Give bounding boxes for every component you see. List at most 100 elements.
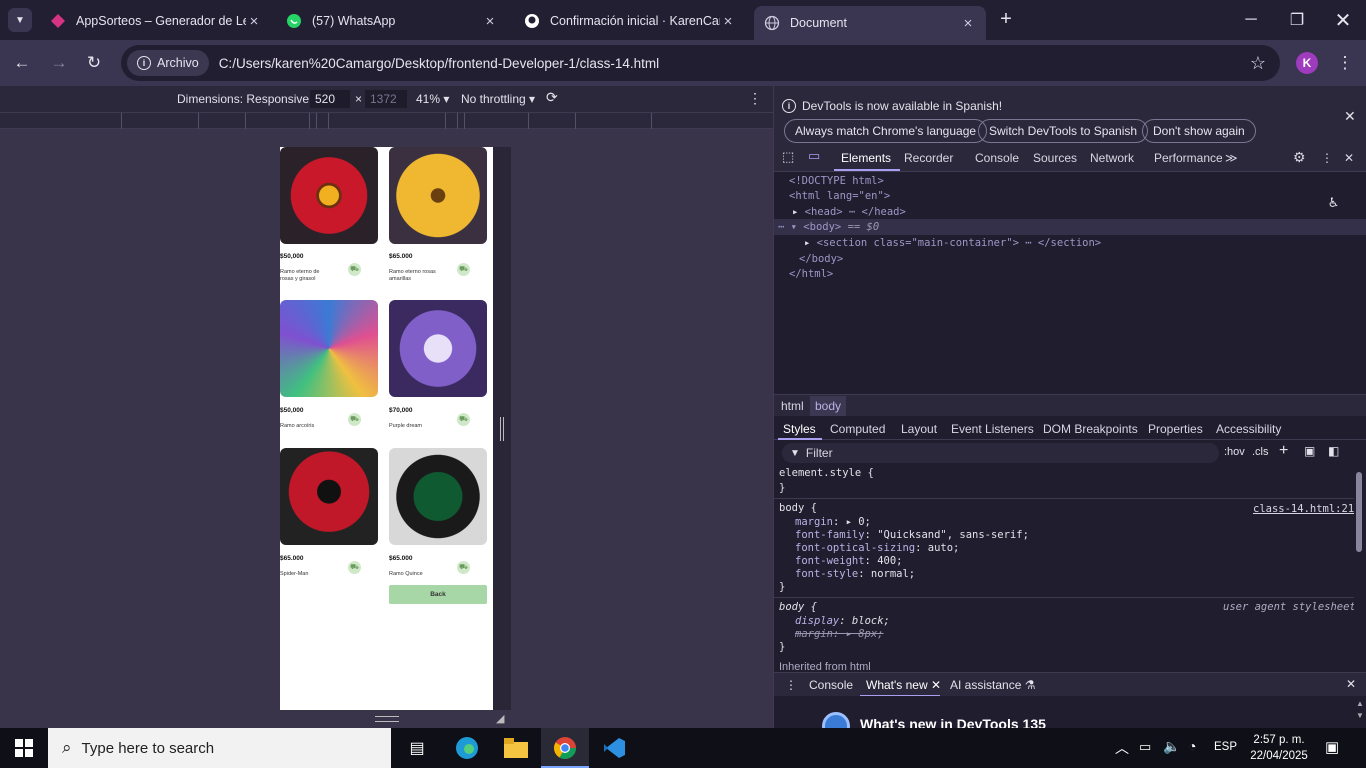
close-window-icon[interactable]: ✕	[1328, 8, 1358, 32]
css-prop-font-weight[interactable]: font-weight: 400;	[795, 555, 903, 567]
viewport-height-input[interactable]: 1372	[365, 90, 407, 108]
add-to-cart-icon[interactable]: ⛟	[457, 413, 470, 426]
close-icon[interactable]: ✕	[931, 678, 941, 692]
sidebar-toggle-icon[interactable]: ◧	[1328, 444, 1339, 458]
add-to-cart-icon[interactable]: ⛟	[457, 561, 470, 574]
close-icon[interactable]: ×	[960, 15, 976, 32]
close-devtools-icon[interactable]: ✕	[1344, 151, 1354, 165]
product-image[interactable]	[280, 147, 378, 244]
volume-icon[interactable]: 🔈	[1163, 738, 1180, 755]
close-icon[interactable]: ×	[720, 13, 736, 30]
product-image[interactable]	[389, 300, 487, 397]
taskbar-clock[interactable]: 2:57 p. m. 22/04/2025	[1244, 732, 1314, 764]
resize-handle-right[interactable]	[493, 147, 511, 710]
css-prop-margin-overridden[interactable]: margin: ▸ 8px;	[795, 628, 884, 640]
css-prop-font-optical-sizing[interactable]: font-optical-sizing: auto;	[795, 542, 959, 554]
add-to-cart-icon[interactable]: ⛟	[457, 263, 470, 276]
styles-pane[interactable]: element.style { } body { class-14.html:2…	[774, 465, 1354, 670]
profile-avatar[interactable]: K	[1296, 52, 1318, 74]
expand-arrow-icon[interactable]: ▸	[804, 237, 817, 249]
viewport-width-input[interactable]: 520	[310, 90, 350, 108]
input-language[interactable]: ESP	[1214, 741, 1237, 753]
tab-styles[interactable]: Styles	[783, 422, 816, 436]
match-language-button[interactable]: Always match Chrome's language	[784, 119, 988, 143]
body-rule-selector[interactable]: body {	[779, 502, 817, 514]
css-prop-font-style[interactable]: font-style: normal;	[795, 568, 915, 580]
ua-rule-selector[interactable]: body {	[779, 601, 817, 613]
dont-show-again-button[interactable]: Don't show again	[1142, 119, 1256, 143]
tab-dom-breakpoints[interactable]: DOM Breakpoints	[1043, 422, 1138, 436]
css-prop-display[interactable]: display: block;	[795, 615, 890, 627]
tab-accessibility[interactable]: Accessibility	[1216, 422, 1281, 436]
back-arrow-icon[interactable]: ←	[11, 52, 33, 74]
breadcrumb-html[interactable]: html	[781, 399, 804, 413]
close-icon[interactable]: ×	[482, 13, 498, 30]
wifi-icon[interactable]: ◔	[1188, 738, 1196, 754]
file-explorer-icon[interactable]	[502, 734, 530, 762]
drawer-tab-ai-assistance[interactable]: AI assistance ⚗	[950, 678, 1035, 692]
tab-github[interactable]: Confirmación inicial · KarenCamargo ×	[514, 6, 746, 36]
dom-head[interactable]: ▸ <head> ⋯ </head>	[792, 206, 906, 218]
cls-toggle[interactable]: .cls	[1252, 446, 1269, 458]
tab-whatsapp[interactable]: (57) WhatsApp ×	[276, 6, 508, 36]
product-image[interactable]	[280, 300, 378, 397]
media-query-ruler[interactable]	[0, 112, 773, 129]
drawer-tab-console[interactable]: Console	[809, 678, 853, 692]
task-view-icon[interactable]: ▤	[403, 734, 431, 762]
bookmark-star-icon[interactable]: ☆	[1247, 52, 1269, 74]
dimensions-select[interactable]: Dimensions: Responsive ▾	[177, 92, 318, 106]
tab-elements[interactable]: Elements	[841, 151, 891, 165]
rule-source-link[interactable]: class-14.html:21	[1253, 503, 1354, 515]
tab-performance[interactable]: Performance	[1154, 151, 1223, 165]
switch-spanish-button[interactable]: Switch DevTools to Spanish	[978, 119, 1149, 143]
taskbar-search[interactable]: ⌕ Type here to search	[48, 728, 391, 768]
restore-icon[interactable]: ❐	[1282, 8, 1312, 32]
accessibility-icon[interactable]: ♿	[1329, 193, 1338, 211]
close-icon[interactable]: ✕	[1344, 108, 1356, 125]
windows-start-icon[interactable]	[10, 734, 38, 762]
chrome-icon[interactable]	[551, 734, 579, 762]
filter-input[interactable]: ▼ Filter	[782, 443, 1219, 463]
dom-doctype[interactable]: <!DOCTYPE html>	[789, 175, 884, 187]
edge-icon[interactable]	[453, 734, 481, 762]
minimize-icon[interactable]: ─	[1236, 8, 1266, 32]
new-tab-button[interactable]: +	[996, 8, 1016, 30]
vscode-icon[interactable]	[600, 734, 628, 762]
tab-event-listeners[interactable]: Event Listeners	[951, 422, 1034, 436]
styles-scrollbar[interactable]	[1354, 458, 1364, 668]
product-image[interactable]	[389, 147, 487, 244]
product-image[interactable]	[280, 448, 378, 545]
tab-document[interactable]: Document ×	[754, 6, 986, 40]
file-chip[interactable]: i Archivo	[127, 50, 209, 76]
rotate-icon[interactable]: ⟳	[546, 89, 558, 106]
address-bar[interactable]: i Archivo C:/Users/karen%20Camargo/Deskt…	[121, 45, 1280, 81]
breadcrumb-body[interactable]: body	[810, 396, 847, 416]
dom-section[interactable]: ▸ <section class="main-container"> ⋯ </s…	[804, 237, 1101, 249]
close-icon[interactable]: ×	[246, 13, 262, 30]
dom-body[interactable]: ⋯ ▾ <body> == $0	[778, 221, 879, 233]
zoom-select[interactable]: 41% ▾	[416, 92, 449, 106]
add-rule-icon[interactable]: +	[1279, 442, 1288, 460]
tab-recorder[interactable]: Recorder	[904, 151, 953, 165]
dom-html-open[interactable]: <html lang="en">	[789, 190, 890, 202]
battery-icon[interactable]: ▭	[1139, 739, 1151, 755]
drawer-menu-icon[interactable]: ⋮	[785, 678, 797, 692]
paint-icon[interactable]: ▣	[1304, 444, 1315, 458]
page-preview[interactable]: $50,000 Ramo eterno de rosas y girasol ⛟…	[280, 147, 493, 710]
tab-sources[interactable]: Sources	[1033, 151, 1077, 165]
close-drawer-icon[interactable]: ✕	[1346, 677, 1356, 691]
add-to-cart-icon[interactable]: ⛟	[348, 561, 361, 574]
drawer-scroll-arrows[interactable]: ▲ ▼	[1356, 698, 1364, 722]
throttle-select[interactable]: No throttling ▾	[461, 92, 535, 106]
add-to-cart-icon[interactable]: ⛟	[348, 263, 361, 276]
element-style-rule[interactable]: element.style {	[779, 467, 874, 479]
dom-html-close[interactable]: </html>	[789, 268, 833, 280]
tab-network[interactable]: Network	[1090, 151, 1134, 165]
forward-arrow-icon[interactable]: →	[48, 52, 70, 74]
resize-corner-icon[interactable]: ◢	[496, 712, 504, 725]
more-options-icon[interactable]: ⋮	[748, 90, 762, 107]
tab-appsorteos[interactable]: AppSorteos – Generador de Letras ×	[40, 6, 272, 36]
inspect-icon[interactable]: ⬚	[782, 149, 794, 165]
dom-tree[interactable]: <!DOCTYPE html> <html lang="en"> ▸ <head…	[774, 172, 1366, 394]
tab-layout[interactable]: Layout	[901, 422, 937, 436]
